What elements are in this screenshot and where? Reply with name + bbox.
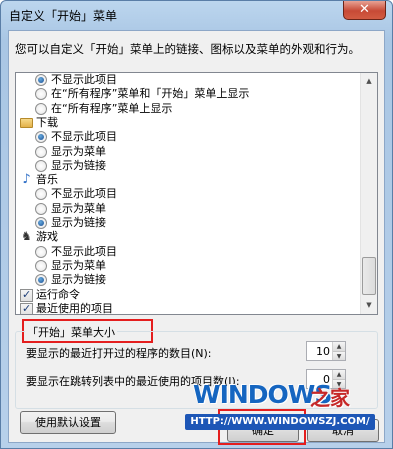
- games-icon: ♞: [21, 229, 32, 244]
- list-item-label: 不显示此项目: [51, 130, 117, 144]
- scroll-down-arrow-icon[interactable]: ▼: [361, 297, 377, 314]
- radio-unchecked[interactable]: [35, 159, 47, 172]
- scroll-thumb[interactable]: [362, 257, 376, 295]
- recent-programs-label: 要显示的最近打开过的程序的数目(N):: [26, 347, 212, 360]
- title-bar[interactable]: 自定义「开始」菜单 ✕: [1, 1, 392, 29]
- radio-unchecked[interactable]: [35, 188, 47, 201]
- stepper-buttons: ▲ ▼: [332, 342, 345, 360]
- checkbox[interactable]: [20, 288, 33, 302]
- stepper-down-icon[interactable]: ▼: [333, 351, 345, 360]
- list-item-label: 在“所有程序”菜单上显示: [51, 101, 173, 115]
- jumplist-items-value[interactable]: 0: [311, 373, 330, 386]
- use-default-settings-button[interactable]: 使用默认设置: [20, 411, 116, 434]
- radio-unchecked[interactable]: [35, 259, 47, 272]
- list-item-label: 最近使用的项目: [36, 301, 113, 315]
- recent-programs-stepper[interactable]: 10 ▲ ▼: [306, 341, 346, 361]
- vertical-scrollbar[interactable]: ▲ ▼: [360, 73, 377, 314]
- stepper-down-icon[interactable]: ▼: [333, 379, 345, 388]
- list-item-label: 不显示此项目: [51, 244, 117, 258]
- list-item-label: 下载: [36, 115, 58, 129]
- stepper-buttons: ▲ ▼: [332, 370, 345, 388]
- list-item-label: 显示为菜单: [51, 201, 106, 215]
- list-item-label: 不显示此项目: [51, 187, 117, 201]
- cancel-button[interactable]: 取消: [307, 419, 379, 442]
- radio-checked[interactable]: [35, 274, 47, 287]
- radio-checked[interactable]: [35, 131, 47, 144]
- list-item-label: 不显示此项目: [51, 73, 117, 86]
- list-item-label: 运行命令: [36, 287, 80, 301]
- radio-unchecked[interactable]: [35, 202, 47, 215]
- radio-unchecked[interactable]: [35, 145, 47, 158]
- list-item-label: 在“所有程序”菜单和「开始」菜单上显示: [51, 87, 250, 101]
- radio-checked[interactable]: [35, 217, 47, 229]
- list-item-label: 显示为链接: [51, 158, 106, 172]
- list-item-label: 显示为菜单: [51, 258, 106, 272]
- list-item-label: 显示为链接: [51, 273, 106, 287]
- jumplist-items-label: 要显示在跳转列表中的最近使用的项目数(I):: [26, 375, 240, 388]
- red-highlight-ok: [218, 409, 306, 445]
- radio-unchecked[interactable]: [35, 88, 47, 101]
- group-title: 「开始」菜单大小: [25, 324, 117, 340]
- scroll-up-arrow-icon[interactable]: ▲: [361, 73, 377, 90]
- dialog-description: 您可以自定义「开始」菜单上的链接、图标以及菜单的外观和行为。: [15, 42, 360, 56]
- radio-unchecked[interactable]: [35, 245, 47, 258]
- list-item-label: 显示为菜单: [51, 144, 106, 158]
- radio-unchecked[interactable]: [35, 102, 47, 115]
- dialog-client-area: 您可以自定义「开始」菜单上的链接、图标以及菜单的外观和行为。 不显示此项目 在“所…: [8, 30, 385, 445]
- window-title: 自定义「开始」菜单: [9, 9, 118, 23]
- list-item-label: 音乐: [36, 173, 58, 187]
- music-note-icon: ♪: [22, 172, 31, 188]
- start-menu-size-group: 「开始」菜单大小 要显示的最近打开过的程序的数目(N): 10 ▲ ▼ 要显示在…: [15, 324, 378, 409]
- options-listbox[interactable]: 不显示此项目 在“所有程序”菜单和「开始」菜单上显示 在“所有程序”菜单上显示 下载不…: [15, 72, 378, 315]
- checkbox[interactable]: [20, 302, 33, 314]
- jumplist-items-stepper[interactable]: 0 ▲ ▼: [306, 369, 346, 389]
- list-item-label: 显示为链接: [51, 216, 106, 229]
- dialog-window: 自定义「开始」菜单 ✕ 您可以自定义「开始」菜单上的链接、图标以及菜单的外观和行…: [0, 0, 393, 449]
- folder-icon: [20, 117, 33, 128]
- stepper-up-icon[interactable]: ▲: [333, 342, 345, 351]
- list-item-label: 游戏: [36, 230, 58, 244]
- recent-programs-value[interactable]: 10: [311, 345, 330, 358]
- close-icon: ✕: [359, 2, 370, 17]
- radio-checked[interactable]: [35, 74, 47, 86]
- close-button[interactable]: ✕: [343, 1, 386, 20]
- stepper-up-icon[interactable]: ▲: [333, 370, 345, 379]
